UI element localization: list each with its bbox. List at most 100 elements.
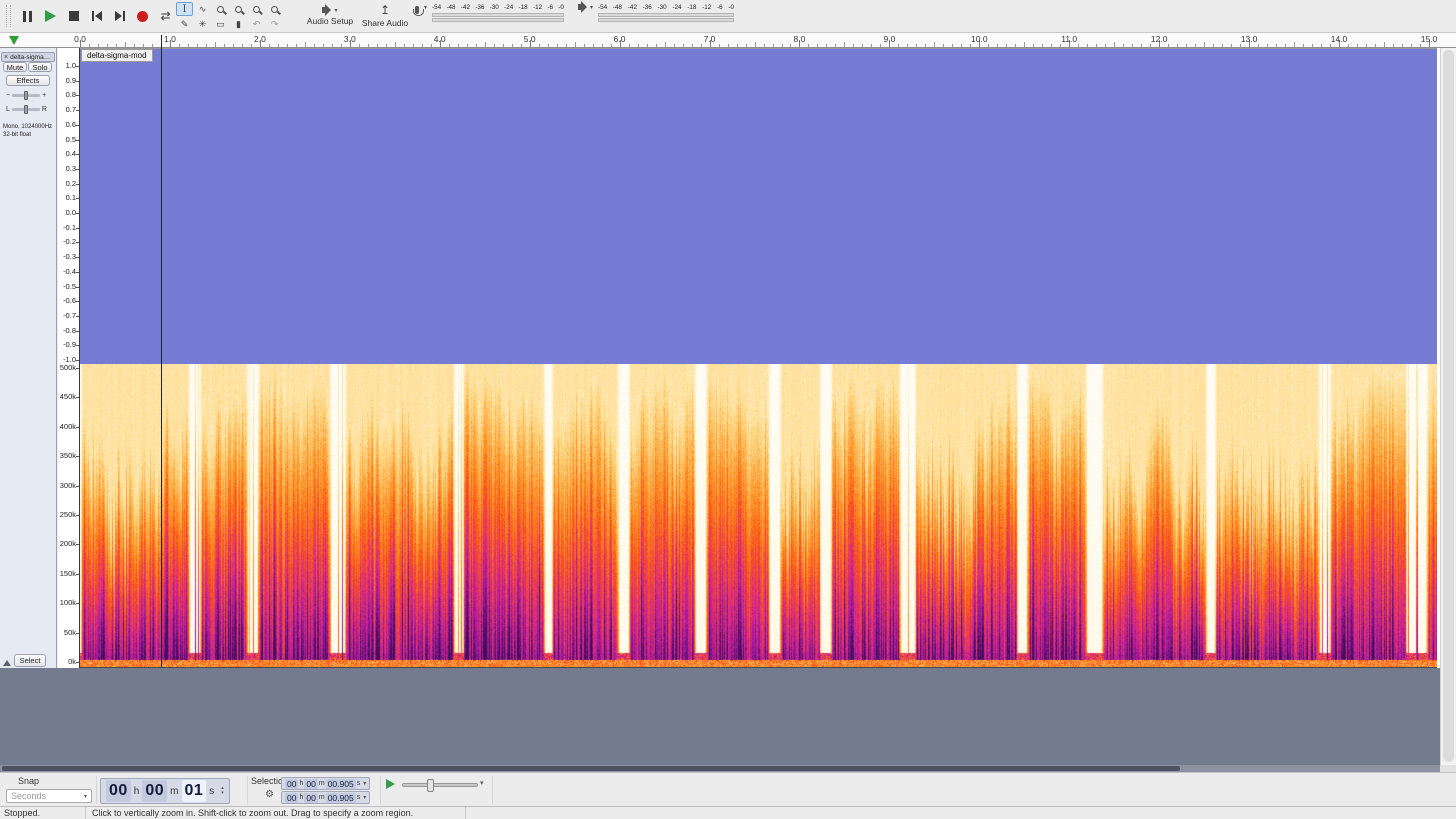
timeline-tick	[997, 44, 998, 47]
envelope-tool-button[interactable]: ∿	[194, 2, 211, 16]
silence-audio-button[interactable]: ▮	[230, 17, 247, 31]
pause-button[interactable]	[16, 4, 39, 28]
playback-speed-slider[interactable]	[402, 783, 478, 787]
close-icon[interactable]: ×	[4, 54, 8, 61]
recording-meter[interactable]: ▾ -54-48-42-36-30-24-18-12-6-0	[413, 0, 564, 32]
track-title[interactable]: delta-sigma-mod	[81, 49, 153, 62]
pan-slider-thumb[interactable]	[24, 105, 28, 114]
selection-start-field[interactable]: 00 h 00 m 00.905 s ▾	[281, 777, 370, 790]
gear-icon[interactable]: ⚙	[265, 790, 274, 800]
snap-mode-value: Seconds	[11, 791, 46, 801]
playback-speed-thumb[interactable]	[427, 779, 434, 792]
spectrogram-view[interactable]	[80, 364, 1437, 667]
meter-scale-value: -18	[519, 4, 528, 12]
timeline-tick	[1078, 44, 1079, 47]
status-bar: Stopped. Click to vertically zoom in. Sh…	[0, 806, 1456, 819]
selection-end-field[interactable]: 00 h 00 m 00.905 s ▾	[281, 791, 370, 804]
skip-to-end-button[interactable]	[108, 4, 131, 28]
track-tab[interactable]: × delta-sigma-mod	[1, 52, 55, 62]
timeline-tick	[782, 44, 783, 47]
toolbar-grip[interactable]	[6, 5, 11, 27]
collapse-track-icon[interactable]	[3, 660, 11, 666]
gain-plus-label: +	[42, 92, 46, 99]
position-seconds[interactable]: 01	[182, 780, 207, 802]
timeline-tick	[916, 44, 917, 47]
solo-button[interactable]: Solo	[28, 62, 52, 72]
record-button[interactable]	[131, 4, 154, 28]
horizontal-scrollbar-thumb[interactable]	[2, 766, 1180, 771]
waveform-view[interactable]	[80, 48, 1437, 364]
timeline-label: 2.0	[254, 34, 266, 44]
timeline-tick	[206, 44, 207, 47]
timeline-tick	[1366, 44, 1367, 47]
selection-tool-button[interactable]: I	[176, 2, 193, 16]
select-button[interactable]: Select	[14, 654, 46, 667]
selection-end-seconds[interactable]: 00.905	[326, 793, 356, 803]
minutes-unit: m	[319, 780, 325, 787]
trim-audio-icon: ▭	[216, 19, 225, 30]
zoom-out-button[interactable]	[230, 2, 247, 16]
track-control-panel[interactable]: × delta-sigma-mod Mute Solo Effects − + …	[0, 48, 57, 668]
position-spinner[interactable]: ▴ ▾	[221, 786, 224, 796]
timeline-options-icon[interactable]	[9, 36, 19, 45]
multi-tool-button[interactable]: ✳	[194, 17, 211, 31]
effects-button[interactable]: Effects	[6, 75, 50, 86]
chevron-down-icon[interactable]: ▾	[480, 779, 484, 787]
timeline-tick	[808, 44, 809, 47]
gain-slider[interactable]: − +	[6, 92, 46, 99]
vertical-scale-ruler[interactable]: 1.00.90.80.70.60.50.40.30.20.10.0-0.1-0.…	[58, 48, 80, 668]
pan-slider-track[interactable]	[12, 108, 40, 111]
selection-start-minutes[interactable]: 00	[304, 779, 317, 789]
draw-tool-button[interactable]: ✎	[176, 17, 193, 31]
audio-setup-button[interactable]: ▾ Audio Setup	[303, 0, 357, 32]
waveform-scale-label: -0.1	[63, 224, 76, 232]
timeline-tick	[1357, 44, 1358, 47]
selection-start-hours[interactable]: 00	[285, 779, 298, 789]
vertical-scrollbar[interactable]	[1440, 48, 1456, 765]
selection-end-minutes[interactable]: 00	[304, 793, 317, 803]
gain-slider-track[interactable]	[12, 94, 40, 97]
timeline-label: 10.0	[971, 34, 988, 44]
timeline-label: 15.0	[1421, 34, 1438, 44]
stop-button[interactable]	[62, 4, 85, 28]
chevron-down-icon: ▾	[334, 7, 337, 14]
vertical-scrollbar-thumb[interactable]	[1443, 50, 1454, 762]
play-at-speed-button[interactable]	[386, 779, 395, 789]
empty-track-area[interactable]	[0, 668, 1440, 765]
audio-position-display[interactable]: 00 h 00 m 01 s ▴ ▾	[100, 778, 230, 804]
position-minutes[interactable]: 00	[142, 780, 167, 802]
playback-meter[interactable]: ▾ -54-48-42-36-30-24-18-12-6-0	[578, 0, 734, 32]
timeline-tick	[1024, 42, 1025, 47]
position-hours[interactable]: 00	[106, 780, 131, 802]
snap-label[interactable]: Snap	[18, 776, 39, 786]
chevron-down-icon[interactable]: ▾	[363, 780, 366, 787]
play-button[interactable]	[39, 4, 62, 28]
timeline-tick	[98, 44, 99, 47]
meter-bar	[598, 13, 734, 17]
undo-button[interactable]: ↶	[248, 17, 265, 31]
selection-start-seconds[interactable]: 00.905	[326, 779, 356, 789]
trim-audio-button[interactable]: ▭	[212, 17, 229, 31]
zoom-in-button[interactable]	[212, 2, 229, 16]
fit-project-button[interactable]	[266, 2, 283, 16]
fit-selection-button[interactable]	[248, 2, 265, 16]
zoom-out-icon	[235, 6, 242, 13]
timeline-ruler[interactable]: 0.01.02.03.04.05.06.07.08.09.010.011.012…	[0, 33, 1456, 48]
timeline-tick	[116, 44, 117, 47]
horizontal-scrollbar[interactable]	[0, 765, 1440, 772]
timeline-tick	[638, 44, 639, 47]
timeline-tick	[1312, 44, 1313, 47]
loop-button[interactable]: ⇄	[154, 4, 177, 28]
gain-slider-thumb[interactable]	[24, 91, 28, 100]
redo-button[interactable]: ↷	[266, 17, 283, 31]
skip-to-start-button[interactable]	[85, 4, 108, 28]
pan-slider[interactable]: L R	[6, 106, 47, 113]
track-content[interactable]: delta-sigma-mod	[80, 48, 1440, 668]
spinner-down-icon[interactable]: ▾	[221, 791, 224, 796]
share-audio-button[interactable]: ↥ Share Audio	[360, 0, 410, 32]
mute-button[interactable]: Mute	[3, 62, 27, 72]
chevron-down-icon[interactable]: ▾	[363, 794, 366, 801]
selection-end-hours[interactable]: 00	[285, 793, 298, 803]
timeline-tick	[386, 44, 387, 47]
snap-mode-dropdown[interactable]: Seconds ▾	[6, 789, 92, 803]
